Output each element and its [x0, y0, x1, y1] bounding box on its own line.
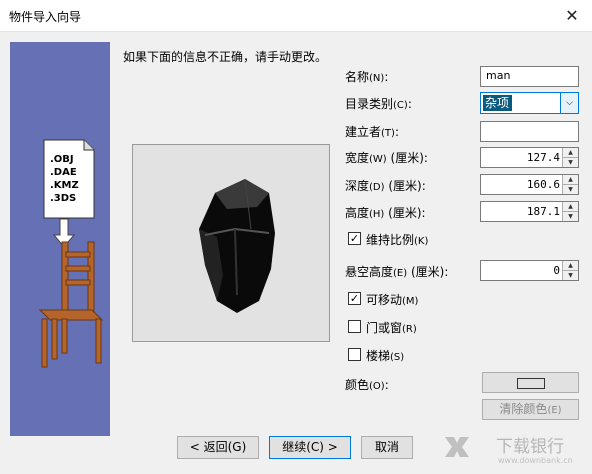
staircase-checkbox[interactable]	[348, 348, 361, 361]
height-value: 187.1	[526, 205, 560, 218]
format-obj: .OBJ	[50, 154, 74, 165]
door-window-label: 门或窗(R)	[366, 321, 417, 335]
width-value: 127.4	[526, 151, 560, 164]
category-select[interactable]: 杂项 ⌵	[480, 92, 579, 114]
spin-up-icon[interactable]: ▲	[563, 202, 578, 211]
creator-label: 建立者(T):	[345, 125, 399, 139]
watermark-url: www.downbank.cn	[498, 456, 573, 465]
elevation-stepper[interactable]: 0 ▲ ▼	[480, 260, 579, 281]
depth-value: 160.6	[526, 178, 560, 191]
category-selected: 杂项	[483, 95, 512, 111]
spin-down-icon[interactable]: ▼	[563, 157, 578, 167]
cancel-button[interactable]: 取消	[361, 436, 413, 459]
elevation-label: 悬空高度(E) (厘米):	[345, 265, 449, 279]
back-button[interactable]: < 返回(G)	[177, 436, 259, 459]
color-button[interactable]	[482, 372, 579, 393]
chair-icon	[38, 241, 104, 368]
window-title: 物件导入向导	[9, 10, 82, 24]
spin-up-icon[interactable]: ▲	[563, 175, 578, 184]
color-label: 颜色(O):	[345, 378, 389, 392]
document-icon	[43, 139, 95, 219]
model-preview[interactable]	[132, 144, 330, 342]
chevron-down-icon[interactable]: ⌵	[560, 93, 578, 113]
format-3ds: .3DS	[50, 193, 76, 204]
format-dae: .DAE	[50, 167, 77, 178]
spin-down-icon[interactable]: ▼	[563, 184, 578, 194]
spin-down-icon[interactable]: ▼	[563, 270, 578, 280]
name-label: 名称(N):	[345, 70, 389, 84]
wizard-side-panel: .OBJ .DAE .KMZ .3DS	[10, 42, 110, 436]
color-swatch	[517, 378, 545, 389]
staircase-label: 楼梯(S)	[366, 349, 405, 363]
import-illustration: .OBJ .DAE .KMZ .3DS	[38, 139, 104, 368]
format-kmz: .KMZ	[50, 180, 79, 191]
name-field[interactable]: man	[480, 66, 579, 87]
height-label: 高度(H) (厘米):	[345, 206, 426, 220]
spin-down-icon[interactable]: ▼	[563, 211, 578, 221]
creator-field[interactable]	[480, 121, 579, 142]
intro-text: 如果下面的信息不正确，请手动更改。	[123, 50, 328, 64]
clear-color-button[interactable]: 清除颜色(E)	[482, 399, 579, 420]
door-window-checkbox[interactable]	[348, 320, 361, 333]
depth-label: 深度(D) (厘米):	[345, 179, 426, 193]
width-label: 宽度(W) (厘米):	[345, 151, 428, 165]
spin-up-icon[interactable]: ▲	[563, 148, 578, 157]
close-icon[interactable]: ✕	[552, 0, 592, 31]
keep-ratio-checkbox[interactable]: ✓	[348, 232, 361, 245]
watermark-logo	[445, 437, 469, 457]
height-stepper[interactable]: 187.1 ▲ ▼	[480, 201, 579, 222]
watermark-text: 下载银行	[496, 437, 564, 457]
category-label: 目录类别(C):	[345, 97, 412, 111]
width-stepper[interactable]: 127.4 ▲ ▼	[480, 147, 579, 168]
movable-checkbox[interactable]: ✓	[348, 292, 361, 305]
title-bar: 物件导入向导 ✕	[0, 0, 592, 32]
mask-model-image	[199, 178, 275, 313]
movable-label: 可移动(M)	[366, 293, 419, 307]
watermark: 下载银行 www.downbank.cn	[438, 428, 588, 470]
wizard-body: .OBJ .DAE .KMZ .3DS 如果下面的信息不正确，请手动更改。 名称…	[0, 32, 592, 474]
spin-up-icon[interactable]: ▲	[563, 261, 578, 270]
depth-stepper[interactable]: 160.6 ▲ ▼	[480, 174, 579, 195]
next-button[interactable]: 继续(C) >	[269, 436, 351, 459]
elevation-value: 0	[553, 264, 560, 277]
keep-ratio-label: 维持比例(K)	[366, 233, 429, 247]
